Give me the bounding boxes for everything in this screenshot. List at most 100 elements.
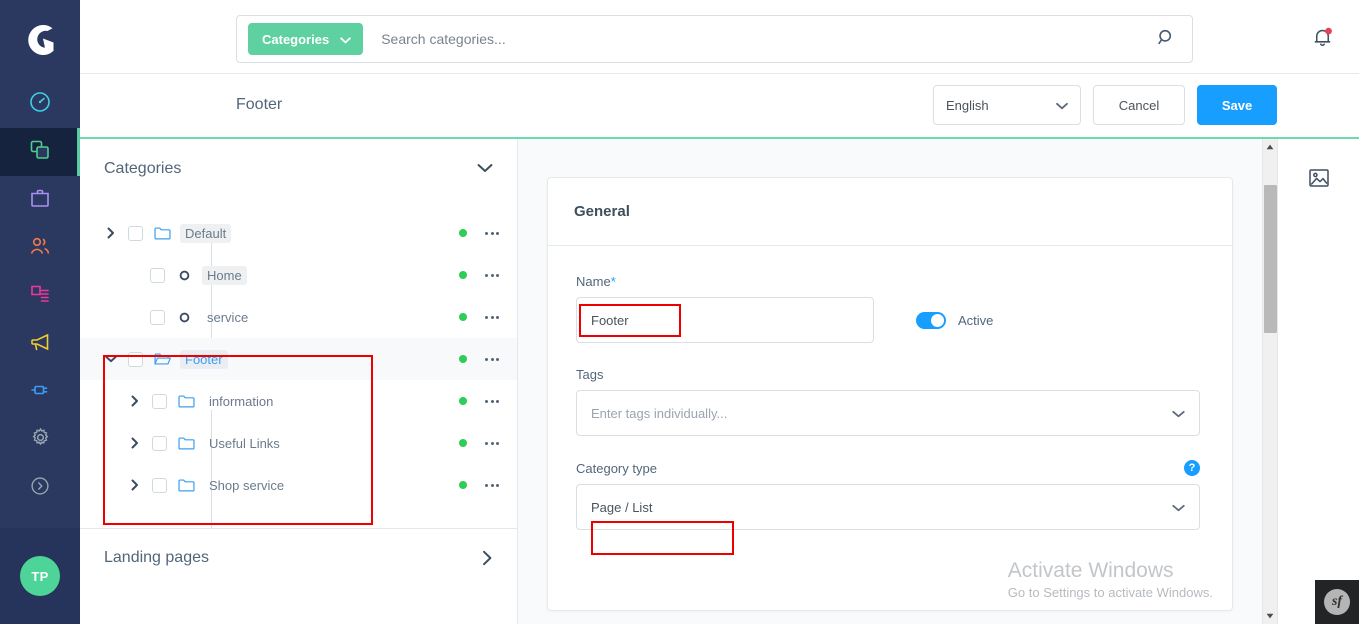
save-button[interactable]: Save [1197, 85, 1277, 126]
tree-expand-arrow[interactable] [126, 422, 144, 464]
cancel-button[interactable]: Cancel [1093, 85, 1185, 126]
ellipsis-icon[interactable] [485, 483, 499, 487]
question-mark-icon[interactable]: ? [1184, 460, 1200, 477]
ellipsis-icon[interactable] [485, 399, 499, 403]
language-select-value: English [946, 97, 989, 113]
chevron-down-icon [477, 160, 493, 178]
global-search-bar: Categories [236, 15, 1193, 63]
tree-row-checkbox[interactable] [150, 309, 165, 325]
tree-expand-arrow[interactable] [126, 380, 144, 422]
notifications-button[interactable] [1303, 20, 1341, 58]
general-card-body: Name* Active [548, 246, 1232, 531]
tree-row-checkbox[interactable] [152, 393, 167, 409]
tree-row-checkbox[interactable] [128, 351, 143, 367]
category-tree-collapse-toggle[interactable] [477, 160, 493, 178]
category-type-select[interactable]: Page / List [576, 484, 1200, 531]
sidebar-item-dashboard[interactable] [0, 80, 80, 128]
category-tree-pane: Categories Default Home service Footer i… [80, 139, 518, 624]
tree-row[interactable]: Home [80, 254, 517, 296]
symfony-profiler-badge[interactable]: sf [1315, 580, 1359, 624]
tree-pane-footer-space [80, 587, 517, 624]
category-type-label-row: Category type ? [576, 460, 1200, 477]
stacked-squares-icon [28, 138, 52, 167]
ellipsis-icon[interactable] [485, 231, 499, 235]
tree-row-checkbox[interactable] [128, 225, 143, 241]
page-title: Footer [236, 96, 283, 114]
plug-icon [28, 378, 52, 407]
ellipsis-icon[interactable] [485, 441, 499, 445]
tree-row-checkbox[interactable] [150, 267, 165, 283]
general-card-header: General [548, 178, 1232, 247]
sidebar-item-content[interactable] [0, 272, 80, 320]
ellipsis-icon[interactable] [485, 273, 499, 277]
caret-up-icon[interactable] [1263, 139, 1278, 155]
tree-row-checkbox[interactable] [152, 477, 167, 493]
sidebar-item-catalogues[interactable] [0, 128, 80, 176]
sidebar-item-customers[interactable] [0, 224, 80, 272]
tree-expand-arrow[interactable] [126, 464, 144, 506]
tree-row-actions [459, 439, 499, 448]
status-dot-active [459, 481, 467, 490]
shopware-logo-icon[interactable] [0, 0, 80, 80]
smart-bar: Footer English Cancel Save [80, 73, 1359, 140]
tree-row[interactable]: Default [80, 212, 517, 254]
sidebar-item-orders[interactable] [0, 176, 80, 224]
tree-row-actions [459, 271, 499, 280]
tree-row[interactable]: Shop service [80, 464, 517, 506]
sidebar-item-help[interactable] [0, 464, 80, 512]
ellipsis-icon[interactable] [485, 315, 499, 319]
status-dot-active [459, 313, 467, 322]
name-row: Active [576, 297, 1204, 344]
scrollbar-thumb[interactable] [1263, 185, 1277, 334]
folder-closed-icon [175, 436, 197, 450]
status-dot-active [459, 439, 467, 448]
sidebar-item-marketing[interactable] [0, 320, 80, 368]
landing-pages-section[interactable]: Landing pages [80, 528, 517, 587]
sidebar-item-settings[interactable] [0, 416, 80, 464]
sidebar-item-extensions[interactable] [0, 368, 80, 416]
tree-expand-arrow[interactable] [102, 212, 120, 254]
tags-input[interactable]: Enter tags individually... [576, 390, 1200, 437]
ellipsis-icon[interactable] [485, 357, 499, 361]
search-submit-button[interactable] [1140, 16, 1192, 62]
avatar[interactable]: TP [20, 556, 60, 596]
language-select[interactable]: English [933, 85, 1081, 126]
sidebar-footer: TP [0, 528, 80, 624]
required-asterisk: * [610, 274, 616, 290]
name-input[interactable] [576, 297, 874, 344]
smart-bar-actions: English Cancel Save [933, 85, 1277, 126]
status-dot-active [459, 271, 467, 280]
tree-row[interactable]: information [80, 380, 517, 422]
tree-row-label: service [207, 309, 249, 325]
name-label-text: Name [576, 274, 611, 290]
tree-row[interactable]: Useful Links [80, 422, 517, 464]
tree-row-label: information [209, 393, 274, 409]
main-sidebar: TP [0, 0, 80, 624]
vertical-scrollbar[interactable] [1262, 139, 1277, 624]
tree-row-actions [459, 229, 499, 238]
tree-row[interactable]: service [80, 296, 517, 338]
tree-collapse-arrow[interactable] [102, 338, 120, 380]
tree-row-selected[interactable]: Footer [80, 338, 517, 381]
tree-row-label: Footer [180, 349, 228, 369]
active-toggle[interactable] [916, 311, 946, 329]
tree-row-label: Shop service [209, 477, 285, 493]
general-card-title: General [574, 203, 630, 221]
chevron-right-icon[interactable] [482, 550, 493, 566]
chevron-down-icon [1172, 500, 1185, 515]
search-input[interactable] [381, 31, 1140, 47]
folder-closed-icon [175, 478, 197, 492]
active-toggle-label: Active [958, 312, 994, 328]
people-icon [28, 234, 52, 263]
circle-dot-icon [173, 311, 195, 324]
category-type-label: Category type [576, 460, 657, 476]
search-scope-label: Categories [262, 31, 330, 47]
name-label: Name* [576, 274, 1204, 289]
media-image-icon[interactable] [1302, 161, 1336, 195]
scrollbar-track[interactable] [1263, 155, 1278, 608]
app-root: TP Categories Search categories... Foote… [0, 0, 1359, 624]
tree-row-checkbox[interactable] [152, 435, 167, 451]
caret-down-icon[interactable] [1263, 608, 1278, 624]
search-scope-button[interactable]: Categories [248, 23, 364, 55]
tree-row-actions [459, 313, 499, 322]
